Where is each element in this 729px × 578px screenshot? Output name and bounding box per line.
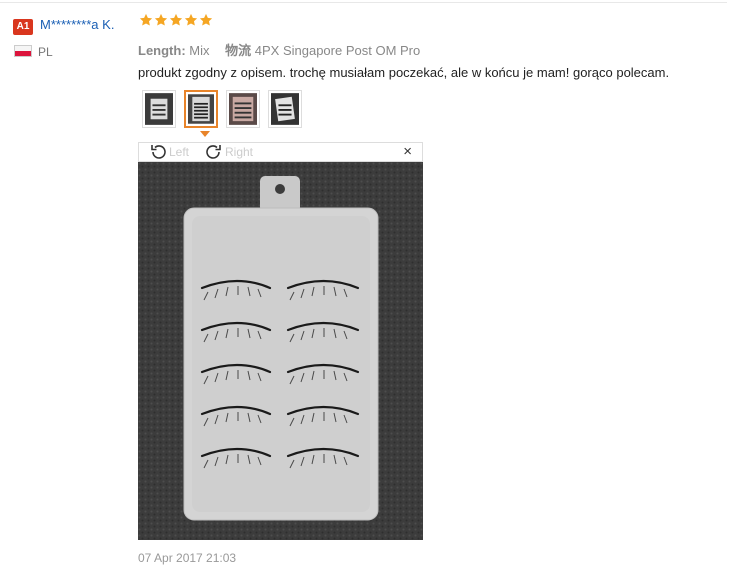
review-thumbnail[interactable] <box>268 90 302 128</box>
rotate-left-label: Left <box>169 145 190 159</box>
star-icon <box>139 13 153 26</box>
lashes-photo-thumb <box>188 94 214 124</box>
attr-key-logistics: 物流 <box>225 43 252 58</box>
image-viewer-toolbar: Left Right × <box>138 142 423 162</box>
review-thumbnails <box>142 90 302 128</box>
star-icon <box>184 13 198 26</box>
selected-thumb-indicator <box>200 131 210 137</box>
poland-flag-icon <box>14 45 32 57</box>
order-attributes: Length: Mix 物流 4PX Singapore Post OM Pro <box>138 40 432 59</box>
lashes-photo-thumb <box>229 93 257 125</box>
star-icon <box>154 13 168 26</box>
attr-value-length: Mix <box>189 43 210 58</box>
review-photo-large <box>138 162 423 540</box>
review-thumbnail[interactable] <box>142 90 176 128</box>
reviewer-name[interactable]: M********a K. <box>40 17 114 32</box>
rotate-left-icon <box>151 145 166 159</box>
lashes-photo-thumb <box>271 93 299 125</box>
top-divider <box>0 2 727 3</box>
star-icon <box>169 13 183 26</box>
rotate-left-button[interactable]: Left <box>149 143 189 161</box>
buyer-level-badge: A1 <box>13 19 33 35</box>
star-icon <box>199 13 213 26</box>
attr-value-logistics: 4PX Singapore Post OM Pro <box>254 43 421 58</box>
review-date: 07 Apr 2017 21:03 <box>138 551 237 565</box>
review-thumbnail[interactable] <box>226 90 260 128</box>
reviewer-country: PL <box>38 45 53 59</box>
close-viewer-button[interactable]: × <box>403 143 412 161</box>
attr-key-length: Length: <box>138 43 186 58</box>
rotate-right-label: Right <box>225 145 254 159</box>
review-text: produkt zgodny z opisem. trochę musiałam… <box>138 65 670 80</box>
rotate-right-icon <box>206 145 221 159</box>
star-rating <box>139 13 213 27</box>
lashes-photo-thumb <box>145 93 173 125</box>
review-thumbnail-selected[interactable] <box>184 90 218 128</box>
rotate-right-button[interactable]: Right <box>205 143 253 161</box>
